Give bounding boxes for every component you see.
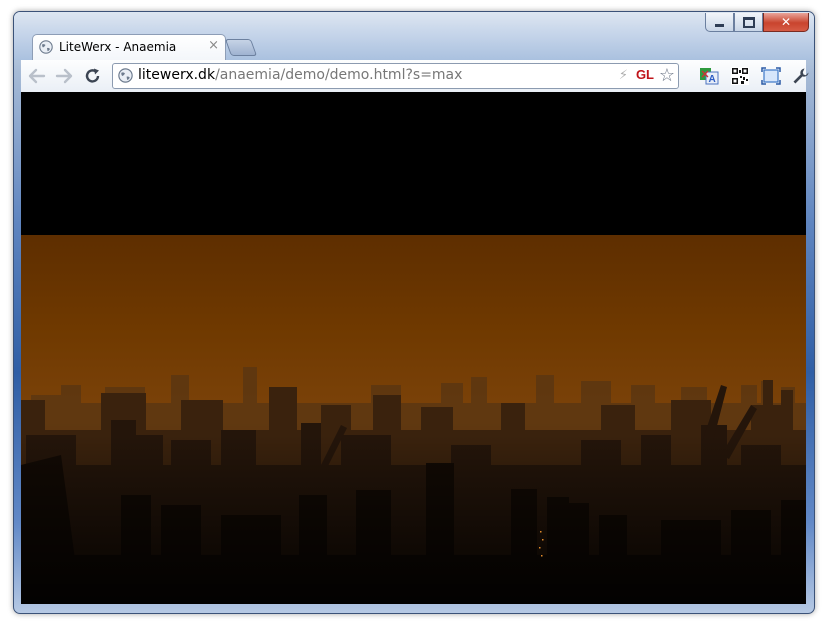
translate-button[interactable]: A bbox=[698, 65, 720, 87]
demo-canvas-scene bbox=[21, 235, 806, 604]
forward-button[interactable] bbox=[54, 66, 74, 86]
globe-icon bbox=[39, 40, 53, 54]
window-controls: ✕ bbox=[705, 13, 809, 32]
url-path: /anaemia/demo/demo.html?s=max bbox=[215, 67, 463, 83]
forward-arrow-icon bbox=[55, 68, 73, 84]
browser-window: ✕ LiteWerx - Anaemia × litewerx.dk/anaem… bbox=[13, 11, 815, 614]
tab-close-button[interactable]: × bbox=[208, 38, 219, 53]
fullscreen-icon bbox=[761, 67, 781, 85]
close-icon: ✕ bbox=[780, 15, 792, 29]
tab-title: LiteWerx - Anaemia bbox=[59, 40, 177, 54]
gl-extension-button[interactable]: GL bbox=[636, 67, 654, 82]
new-tab-button[interactable] bbox=[224, 39, 258, 56]
minimize-icon bbox=[715, 23, 724, 27]
fullscreen-button[interactable] bbox=[760, 65, 782, 87]
lightning-icon: ⚡ bbox=[618, 68, 628, 83]
back-button[interactable] bbox=[27, 66, 47, 86]
ground-shadow bbox=[21, 435, 806, 604]
translate-icon: A bbox=[700, 68, 719, 85]
title-bar[interactable]: ✕ LiteWerx - Anaemia × bbox=[14, 12, 814, 61]
close-window-button[interactable]: ✕ bbox=[763, 13, 809, 32]
qr-code-button[interactable] bbox=[729, 65, 751, 87]
wrench-icon bbox=[793, 68, 809, 84]
maximize-icon bbox=[742, 16, 755, 28]
page-viewport[interactable] bbox=[21, 92, 806, 604]
url-text: litewerx.dk/anaemia/demo/demo.html?s=max bbox=[138, 67, 462, 83]
reload-button[interactable] bbox=[83, 66, 103, 86]
page-globe-icon bbox=[118, 68, 133, 83]
settings-button[interactable] bbox=[790, 65, 812, 87]
minimize-button[interactable] bbox=[705, 13, 734, 32]
bookmark-star-icon[interactable]: ☆ bbox=[659, 65, 675, 86]
address-bar[interactable]: litewerx.dk/anaemia/demo/demo.html?s=max… bbox=[112, 63, 679, 89]
svg-text:A: A bbox=[709, 74, 716, 85]
tab-active[interactable]: LiteWerx - Anaemia × bbox=[32, 34, 226, 61]
qr-code-icon bbox=[731, 67, 749, 85]
url-domain: litewerx.dk bbox=[138, 67, 216, 83]
reload-icon bbox=[85, 68, 100, 83]
toolbar: litewerx.dk/anaemia/demo/demo.html?s=max… bbox=[21, 60, 809, 92]
maximize-button[interactable] bbox=[734, 13, 763, 32]
back-arrow-icon bbox=[28, 68, 46, 84]
